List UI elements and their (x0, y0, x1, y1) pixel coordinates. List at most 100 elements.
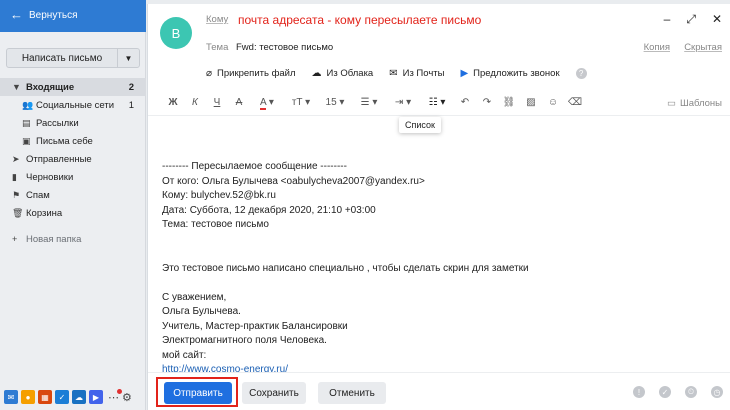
body-line: Ольга Булычева. (162, 306, 241, 317)
folder-label: Корзина (26, 207, 63, 219)
chevron-down-icon[interactable]: ▼ (117, 49, 139, 67)
sidebar-item-social[interactable]: 👥 Социальные сети 1 (0, 96, 146, 114)
video-app-icon[interactable]: ▶ (89, 390, 103, 404)
cancel-button[interactable]: Отменить (318, 382, 386, 404)
body-line: Учитель, Мастер-практик Балансировки (162, 320, 348, 332)
folder-label: Входящие (26, 81, 75, 93)
folder-label: Рассылки (36, 117, 79, 129)
suggest-call-button[interactable]: ▶ Предложить звонок (460, 68, 559, 79)
compose-footer: Отправить Сохранить Отменить ! ✓ ⏲ ◷ (148, 372, 730, 410)
body-line: Кому: bulychev.52@bk.ru (162, 190, 276, 201)
new-folder-label: Новая папка (26, 233, 82, 245)
schedule-icon[interactable]: ◷ (711, 386, 723, 398)
subject-input[interactable]: Fwd: тестовое письмо (236, 42, 333, 53)
attach-mail-button[interactable]: ✉ Из Почты (389, 68, 444, 79)
avatar: B (160, 17, 192, 49)
sidebar-item-sent[interactable]: ➤ Отправленные (0, 150, 146, 168)
body-spacer (162, 276, 662, 291)
body-line: Это тестовое письмо написано специально … (162, 262, 529, 274)
sidebar: ← Вернуться Написать письмо ▼ ▼ Входящие… (0, 0, 146, 410)
back-link[interactable]: ← Вернуться (10, 7, 78, 22)
bold-button[interactable]: Ж (162, 97, 184, 108)
underline-button[interactable]: Ч (206, 97, 228, 108)
redo-icon[interactable]: ↷ (476, 97, 498, 108)
sidebar-item-self[interactable]: ▣ Письма себе (0, 132, 146, 150)
spam-icon: ⚑ (12, 189, 21, 200)
mail-app-icon[interactable]: ✉ (4, 390, 18, 404)
close-icon[interactable]: ✕ (712, 12, 722, 27)
app-switcher: ✉ ● ▦ ✓ ☁ ▶ ⋯ ⚙ (4, 388, 132, 404)
arrow-left-icon: ← (10, 7, 23, 22)
folder-label: Спам (26, 189, 50, 201)
cloud-app-icon[interactable]: ☁ (72, 390, 86, 404)
folder-label: Отправленные (26, 153, 92, 165)
help-icon[interactable]: ? (575, 68, 587, 79)
templates-label: Шаблоны (679, 98, 722, 109)
drafts-icon: ▮ (12, 171, 17, 182)
plus-icon: + (12, 234, 18, 244)
body-line: От кого: Ольга Булычева <oabulycheva2007… (162, 175, 425, 187)
top-bar: ← Вернуться (0, 0, 146, 32)
cloud-icon: ☁ (311, 68, 322, 79)
save-button[interactable]: Сохранить (242, 382, 306, 404)
list-tooltip: Список (399, 117, 441, 133)
attach-cloud-button[interactable]: ☁ Из Облака (312, 68, 374, 79)
italic-button[interactable]: К (184, 97, 206, 108)
tasks-app-icon[interactable]: ✓ (55, 390, 69, 404)
align-button[interactable]: ☰ ▾ (352, 97, 386, 108)
font-size-select[interactable]: 15 ▾ (318, 97, 352, 108)
delivery-icon[interactable]: ✓ (659, 386, 671, 398)
indent-button[interactable]: ⇥ ▾ (386, 97, 420, 108)
contacts-app-icon[interactable]: ● (21, 390, 35, 404)
to-field-label[interactable]: Кому (206, 14, 228, 25)
newsletter-icon: ▤ (22, 117, 31, 128)
templates-button[interactable]: ▭ Шаблоны (667, 98, 722, 109)
link-icon[interactable]: ⛓ (498, 97, 520, 108)
strikethrough-button[interactable]: A (228, 97, 250, 108)
expand-icon[interactable]: ⤢ (686, 12, 696, 27)
body-line: Тема: тестовое письмо (162, 219, 269, 230)
list-button[interactable]: ☷ ▾ (420, 97, 454, 108)
sidebar-item-inbox[interactable]: ▼ Входящие 2 (0, 78, 146, 96)
info-icon[interactable]: ! (633, 386, 645, 398)
undo-icon[interactable]: ↶ (454, 97, 476, 108)
clear-format-icon[interactable]: ⌫ (564, 97, 586, 108)
paperclip-icon: ⌀ (206, 68, 213, 79)
gear-icon[interactable]: ⚙ (122, 391, 132, 404)
format-toolbar: Ж К Ч A A ▾ ᴛT ▾ 15 ▾ ☰ ▾ ⇥ ▾ ☷ ▾ ↶ ↷ ⛓ … (148, 90, 730, 116)
new-folder-button[interactable]: + Новая папка (0, 230, 146, 248)
compose-button[interactable]: Написать письмо (7, 49, 117, 67)
body-line: мой сайт: (162, 349, 207, 361)
trash-icon: 🗑 (12, 207, 24, 218)
emoji-icon[interactable]: ☺ (542, 97, 564, 108)
notification-dot (117, 388, 122, 394)
body-line: Электромагнитного поля Человека. (162, 335, 327, 346)
image-icon[interactable]: ▨ (520, 97, 542, 108)
font-family-button[interactable]: ᴛT ▾ (284, 97, 318, 108)
sidebar-item-trash[interactable]: 🗑 Корзина (0, 204, 146, 222)
folder-list: ▼ Входящие 2 👥 Социальные сети 1 ▤ Рассы… (0, 78, 146, 248)
mail-icon: ✉ (389, 68, 398, 79)
folder-label: Социальные сети (36, 99, 115, 111)
send-button[interactable]: Отправить (164, 382, 232, 404)
compose-panel: B Кому почта адресата - кому пересылаете… (147, 4, 730, 410)
minimize-icon[interactable]: – (664, 12, 671, 27)
templates-icon: ▭ (667, 98, 676, 109)
body-line: С уважением, (162, 291, 227, 303)
sidebar-item-newsletters[interactable]: ▤ Рассылки (0, 114, 146, 132)
message-body[interactable]: -------- Пересылаемое сообщение --------… (162, 160, 662, 378)
cc-link[interactable]: Копия (644, 42, 670, 53)
sidebar-item-spam[interactable]: ⚑ Спам (0, 186, 146, 204)
calendar-app-icon[interactable]: ▦ (38, 390, 52, 404)
sidebar-item-drafts[interactable]: ▮ Черновики (0, 168, 146, 186)
body-spacer (162, 233, 662, 248)
folder-label: Черновики (26, 171, 74, 183)
attach-file-button[interactable]: ⌀ Прикрепить файл (206, 68, 296, 79)
video-call-icon: ▶ (460, 68, 469, 79)
reminder-icon[interactable]: ⏲ (685, 386, 697, 398)
more-apps-icon[interactable]: ⋯ (108, 388, 122, 404)
body-line: Дата: Суббота, 12 декабря 2020, 21:10 +0… (162, 204, 376, 216)
text-color-button[interactable]: A ▾ (250, 97, 284, 110)
bcc-link[interactable]: Скрытая (684, 42, 722, 53)
compose-button-group: Написать письмо ▼ (6, 48, 140, 68)
